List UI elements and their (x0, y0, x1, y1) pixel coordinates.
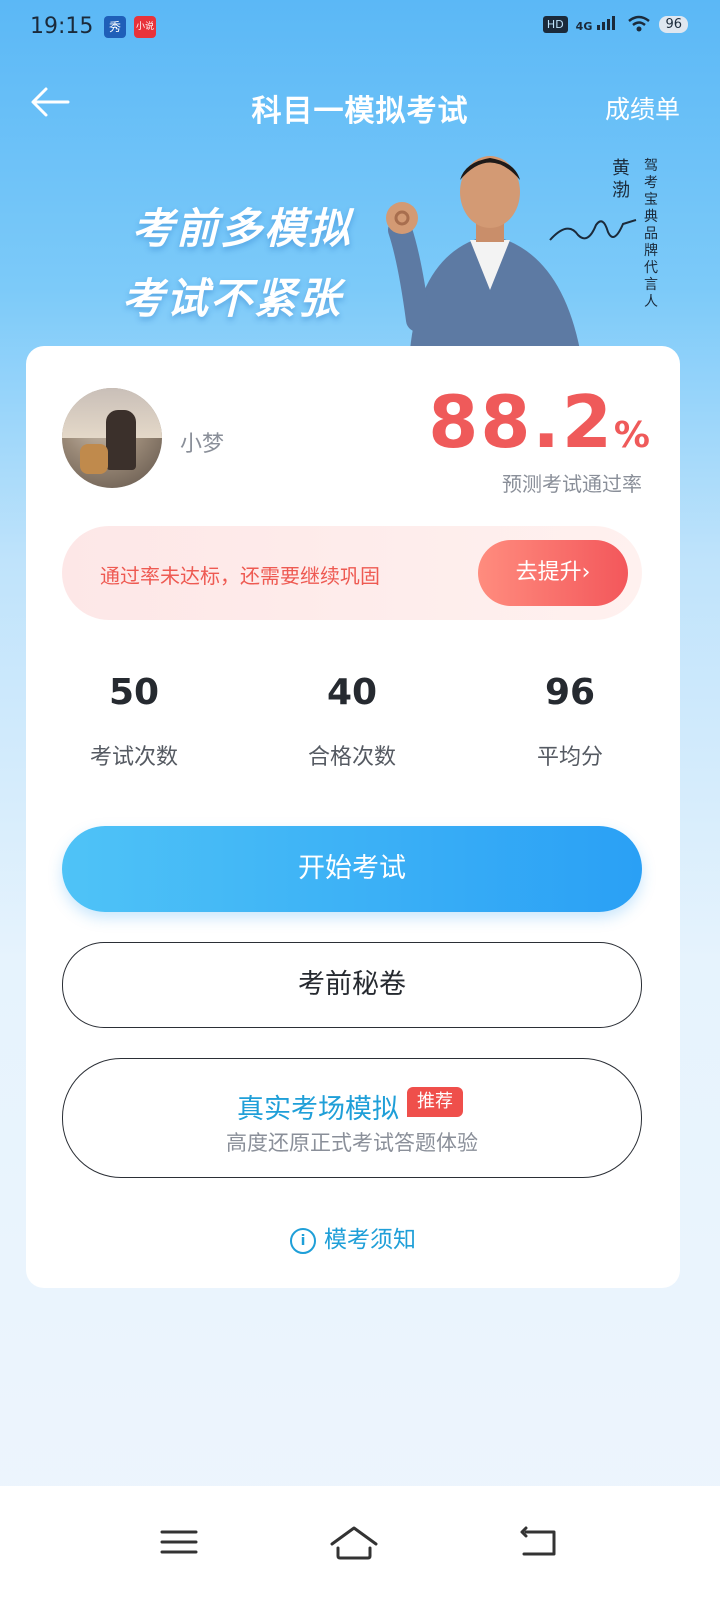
stat-label: 平均分 (536, 745, 603, 770)
real-exam-simulation-button[interactable]: 真实考场模拟 推荐 高度还原正式考试答题体验 (62, 1058, 642, 1178)
exam-card: 小梦 88.2% 预测考试通过率 通过率未达标，还需要继续巩固 去提升› 50 … (26, 346, 680, 1288)
improve-button-label: 去提升 (515, 560, 582, 585)
exam-notice-link[interactable]: i 模考须知 (26, 1220, 680, 1254)
secret-paper-button[interactable]: 考前秘卷 (62, 942, 642, 1028)
return-icon (520, 1526, 556, 1556)
home-button[interactable] (322, 1514, 382, 1570)
signal-icon: 4G (576, 14, 620, 34)
pass-rate-value: 88.2 (428, 380, 614, 464)
stat-label: 考试次数 (89, 745, 178, 770)
menu-button[interactable] (150, 1514, 210, 1570)
stat-label: 合格次数 (307, 745, 396, 770)
home-icon (330, 1526, 378, 1560)
pass-rate-label: 预测考试通过率 (502, 472, 642, 496)
recommend-badge: 推荐 (407, 1087, 463, 1117)
status-indicators: HD 4G 96 (542, 14, 688, 34)
score-report-link[interactable]: 成绩单 (605, 90, 680, 126)
pass-rate: 88.2% (428, 380, 650, 464)
stat-average-score: 96 平均分 (480, 672, 660, 771)
real-sim-subtitle: 高度还原正式考试答题体验 (226, 1131, 478, 1155)
status-time: 19:15 (30, 14, 94, 39)
spokesperson-role: 驾考宝典品牌代言人 (644, 158, 658, 310)
back-nav-button[interactable] (510, 1514, 570, 1570)
wifi-icon (628, 15, 651, 32)
hd-icon: HD (542, 15, 568, 33)
battery-icon: 96 (659, 15, 688, 33)
notice-label: 模考须知 (324, 1227, 416, 1253)
promo-banner: 考前多模拟 考试不紧张 黄渤 驾考宝典品牌代言人 (0, 140, 720, 350)
stats-row: 50 考试次数 40 合格次数 96 平均分 (26, 672, 680, 782)
real-sim-title: 真实考场模拟 (237, 1094, 399, 1125)
pass-rate-alert: 通过率未达标，还需要继续巩固 去提升› (62, 526, 642, 620)
info-icon: i (290, 1227, 316, 1254)
system-nav-bar (0, 1486, 720, 1600)
avatar (62, 388, 162, 488)
top-app-bar: 科目一模拟考试 成绩单 (0, 72, 720, 142)
chevron-right-icon: › (581, 560, 591, 585)
app-notification-icon: 小说 (134, 16, 156, 38)
pass-rate-unit: % (613, 415, 650, 456)
stat-pass-count: 40 合格次数 (262, 672, 442, 771)
app-notification-icon: 秀 (104, 16, 126, 38)
banner-slogan-line2: 考试不紧张 (122, 274, 343, 323)
improve-button[interactable]: 去提升› (478, 540, 628, 606)
spokesperson-name: 黄渤 (612, 158, 630, 201)
alert-message: 通过率未达标，还需要继续巩固 (100, 564, 380, 588)
stat-exam-count: 50 考试次数 (44, 672, 224, 771)
stat-value: 96 (544, 672, 596, 713)
username: 小梦 (180, 432, 225, 457)
signature-icon (549, 219, 637, 241)
stat-value: 50 (108, 672, 160, 713)
status-bar: 19:15 秀 小说 HD 4G 96 (0, 0, 720, 56)
banner-slogan-line1: 考前多模拟 (132, 204, 353, 253)
menu-icon (160, 1530, 198, 1554)
stat-value: 40 (326, 672, 378, 713)
start-exam-button[interactable]: 开始考试 (62, 826, 642, 912)
